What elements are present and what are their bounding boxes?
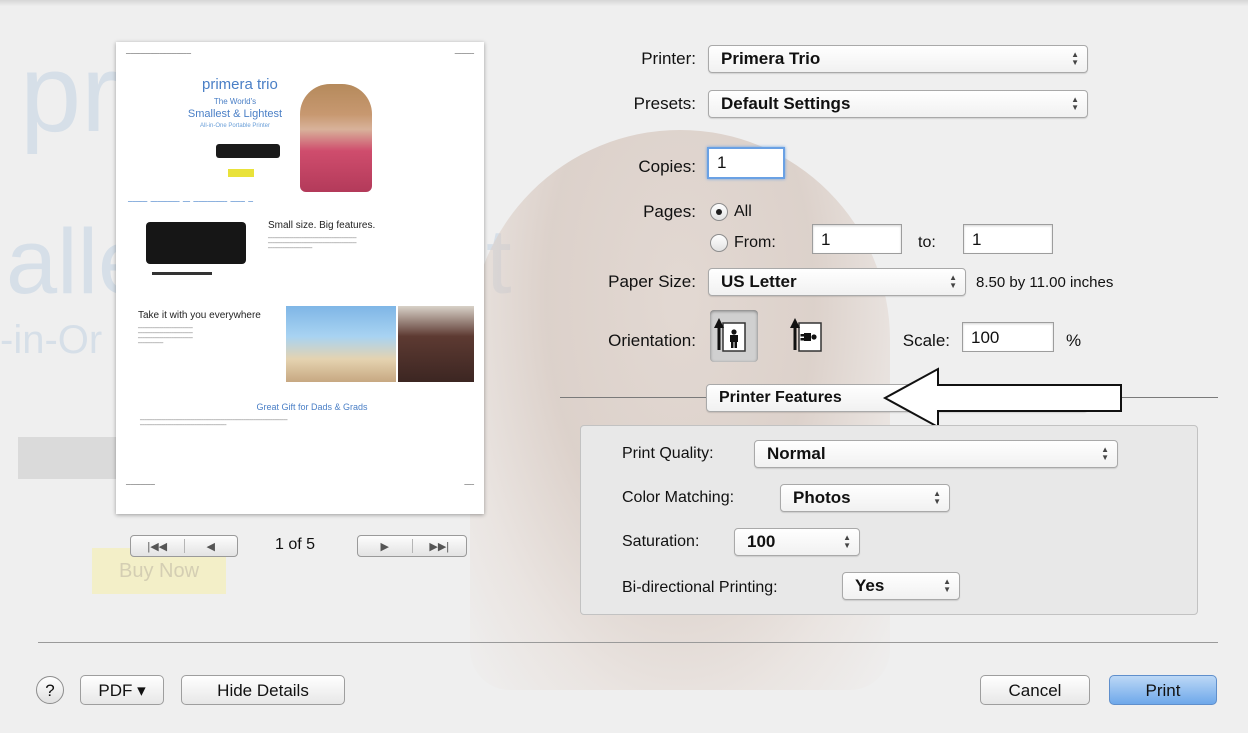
popup-arrows-icon: ▲ ▼ <box>1101 445 1109 462</box>
pages-all-label: All <box>734 203 752 220</box>
orientation-landscape-button[interactable] <box>786 310 834 362</box>
previous-page-icon[interactable]: ◀ <box>185 540 238 553</box>
popup-arrows-icon: ▲ ▼ <box>1071 95 1079 112</box>
paper-size-value: US Letter <box>721 272 797 291</box>
preview-device-image <box>146 222 246 264</box>
window-top-edge <box>0 0 1248 6</box>
copies-label: Copies: <box>638 157 696 176</box>
color-matching-value: Photos <box>793 488 851 507</box>
preview-tagline: Smallest & Lightest <box>187 108 283 120</box>
printer-label: Printer: <box>641 49 696 68</box>
preview-footer-left: ━━━━━━━━━━━━ <box>126 482 155 487</box>
bidirectional-label: Bi-directional Printing: <box>622 579 778 596</box>
preview-forward-buttons[interactable]: ▶ ▶▶| <box>357 535 467 557</box>
scale-label: Scale: <box>902 331 950 350</box>
color-matching-label: Color Matching: <box>622 489 735 506</box>
presets-value: Default Settings <box>721 94 851 113</box>
hide-details-button[interactable]: Hide Details <box>181 675 345 705</box>
preview-nav-links: ━━━━━━━━ ━━━━━━━━━━━━ ━━━ ━━━━━━━━━━━━━━… <box>128 199 254 204</box>
popup-arrows-icon: ▲ ▼ <box>933 489 941 506</box>
preview-buy-badge <box>228 169 254 177</box>
preview-heading: Great Gift for Dads & Grads <box>256 402 368 412</box>
preview-body-text: ━━━━━━━━━━━━━━━━━━━━━━━━━━━━━━━━━━━━━━━━… <box>138 326 193 345</box>
color-matching-popup[interactable]: Photos ▲ ▼ <box>780 484 950 512</box>
print-quality-label: Print Quality: <box>622 445 714 462</box>
pages-to-label: to: <box>918 234 936 251</box>
separator-line <box>560 397 706 398</box>
copies-field[interactable]: 1 <box>707 147 785 179</box>
pages-label: Pages: <box>643 202 696 221</box>
saturation-popup[interactable]: 100 ▲ ▼ <box>734 528 860 556</box>
ghost-text: -in-Or <box>0 318 103 362</box>
orientation-portrait-button[interactable] <box>710 310 758 362</box>
preview-heading: Small size. Big features. <box>268 220 376 231</box>
landscape-icon <box>790 318 822 352</box>
section-popup-value: Printer Features <box>719 389 842 406</box>
bidirectional-popup[interactable]: Yes ▲ ▼ <box>842 572 960 600</box>
preview-woman-image <box>300 84 372 192</box>
preview-back-buttons[interactable]: |◀◀ ◀ <box>130 535 238 557</box>
saturation-value: 100 <box>747 532 776 551</box>
bidirectional-value: Yes <box>855 576 885 595</box>
preview-tagline: The World's <box>213 97 257 106</box>
presets-popup[interactable]: Default Settings ▲ ▼ <box>708 90 1088 118</box>
scale-field[interactable]: 100 <box>962 322 1054 352</box>
preview-header-left: ━━━━━━━━━━━━━━━━━━━━━━━━━━━ <box>126 51 192 56</box>
preview-pen-image <box>152 272 212 275</box>
pages-from-field[interactable]: 1 <box>812 224 902 254</box>
help-button[interactable]: ? <box>36 676 64 704</box>
preview-footer-right: ━━━━ <box>464 482 474 487</box>
page-indicator: 1 of 5 <box>275 536 316 553</box>
presets-label: Presets: <box>633 94 696 113</box>
pages-range-radio[interactable] <box>710 234 728 252</box>
preview-tagline: All-in-One Portable Printer <box>199 123 271 129</box>
preview-header-right: ━━━━━━━━ <box>454 51 474 56</box>
popup-arrows-icon: ▲ ▼ <box>1071 50 1079 67</box>
scale-unit: % <box>1066 331 1082 350</box>
paper-size-popup[interactable]: US Letter ▲ ▼ <box>708 268 966 296</box>
preview-brand-logo: primera trio <box>202 76 278 93</box>
preview-beach-photo <box>286 306 396 382</box>
popup-arrows-icon: ▲ ▼ <box>949 273 957 290</box>
cancel-button[interactable]: Cancel <box>980 675 1090 705</box>
annotation-arrow-icon <box>882 367 1122 429</box>
popup-arrows-icon: ▲ ▼ <box>943 577 951 594</box>
next-page-icon[interactable]: ▶ <box>358 540 412 553</box>
pages-all-radio[interactable] <box>710 203 728 221</box>
paper-size-label: Paper Size: <box>608 272 696 291</box>
print-quality-value: Normal <box>767 444 826 463</box>
saturation-label: Saturation: <box>622 533 700 550</box>
pdf-menu-button[interactable]: PDF ▾ <box>80 675 164 705</box>
paper-dimensions: 8.50 by 11.00 inches <box>976 274 1114 291</box>
preview-body-text: ━━━━━━━━━━━━━━━━━━━━━━━━━━━━━━━━━━━━━━━━… <box>140 418 288 427</box>
preview-printer-image <box>216 144 280 158</box>
printer-popup[interactable]: Primera Trio ▲ ▼ <box>708 45 1088 73</box>
pages-to-field[interactable]: 1 <box>963 224 1053 254</box>
footer-separator <box>38 642 1218 643</box>
preview-woman-photo <box>398 306 474 382</box>
print-button[interactable]: Print <box>1109 675 1217 705</box>
print-quality-popup[interactable]: Normal ▲ ▼ <box>754 440 1118 468</box>
portrait-icon <box>714 318 746 352</box>
printer-value: Primera Trio <box>721 49 821 68</box>
pages-from-label: From: <box>734 234 776 251</box>
last-page-icon[interactable]: ▶▶| <box>413 540 467 553</box>
popup-arrows-icon: ▲ ▼ <box>843 533 851 550</box>
first-page-icon[interactable]: |◀◀ <box>131 540 184 553</box>
preview-body-text: ━━━━━━━━━━━━━━━━━━━━━━━━━━━━━━━━━━━━━━━━… <box>268 236 357 250</box>
orientation-label: Orientation: <box>608 331 696 350</box>
print-preview-page: ━━━━━━━━━━━━━━━━━━━━━━━━━━━ ━━━━━━━━ pri… <box>116 42 484 514</box>
preview-heading: Take it with you everywhere <box>138 310 261 321</box>
